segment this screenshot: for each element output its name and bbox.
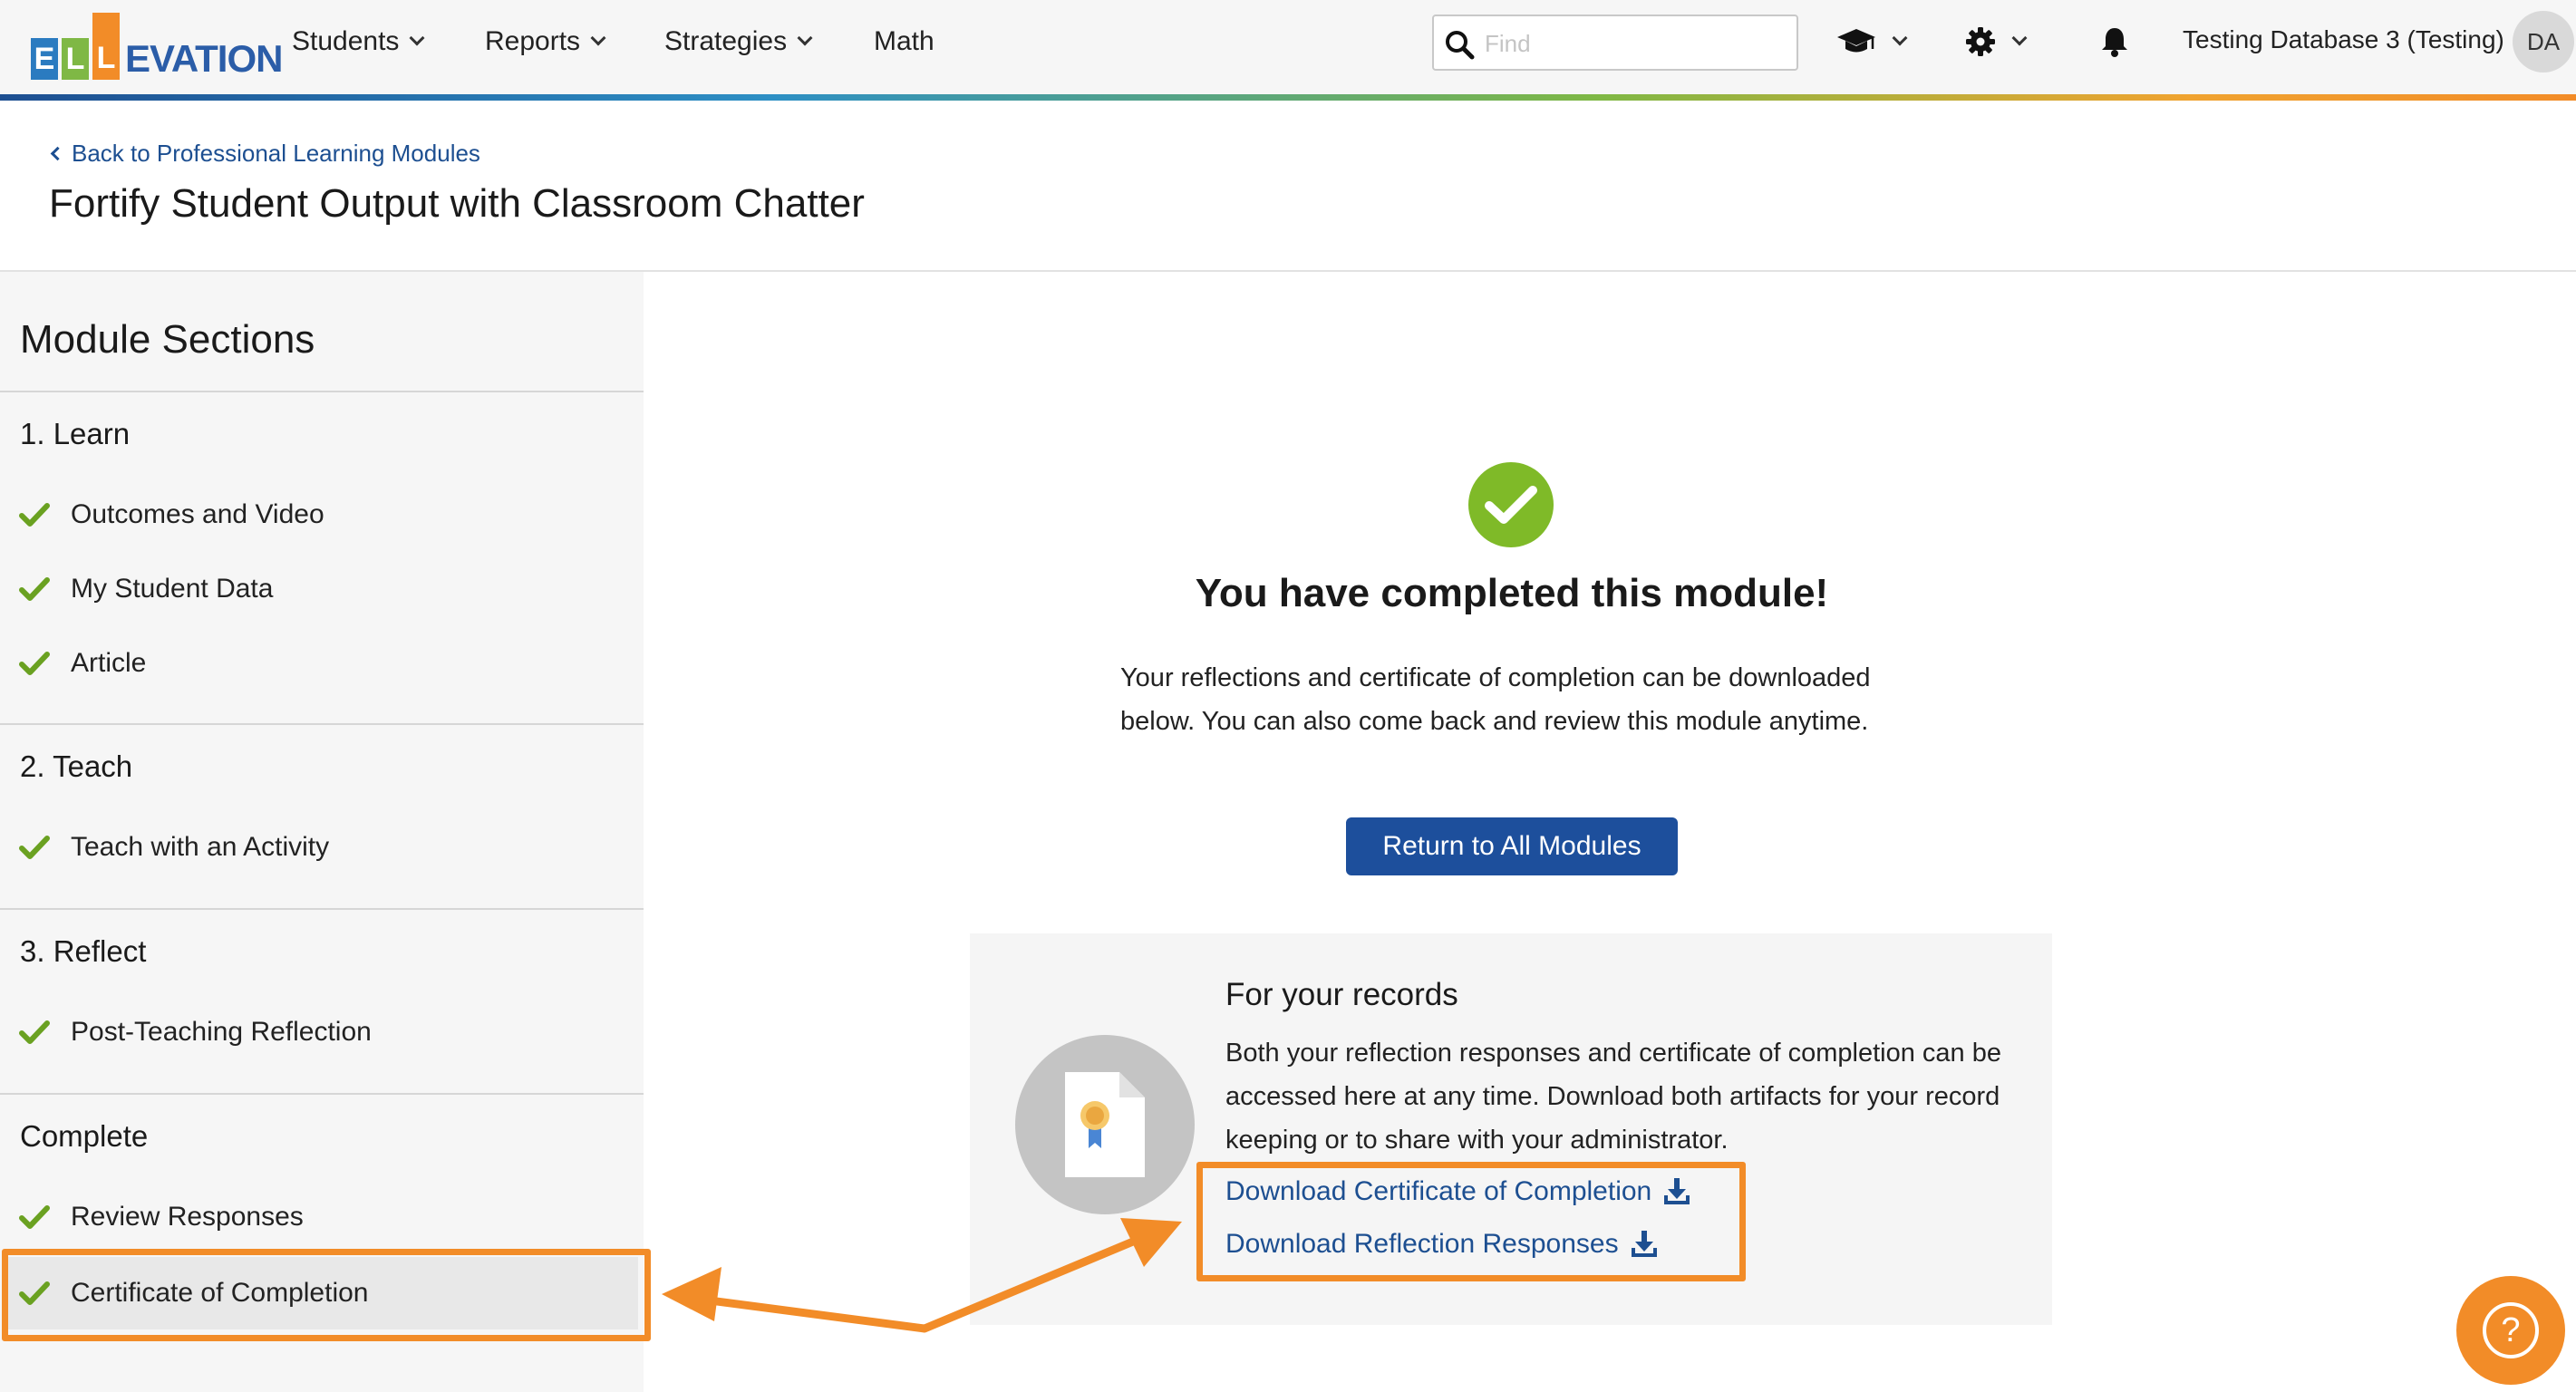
help-button[interactable]: ?	[2456, 1276, 2565, 1385]
help-icon: ?	[2483, 1302, 2539, 1358]
annotation-arrows	[662, 1218, 1182, 1333]
